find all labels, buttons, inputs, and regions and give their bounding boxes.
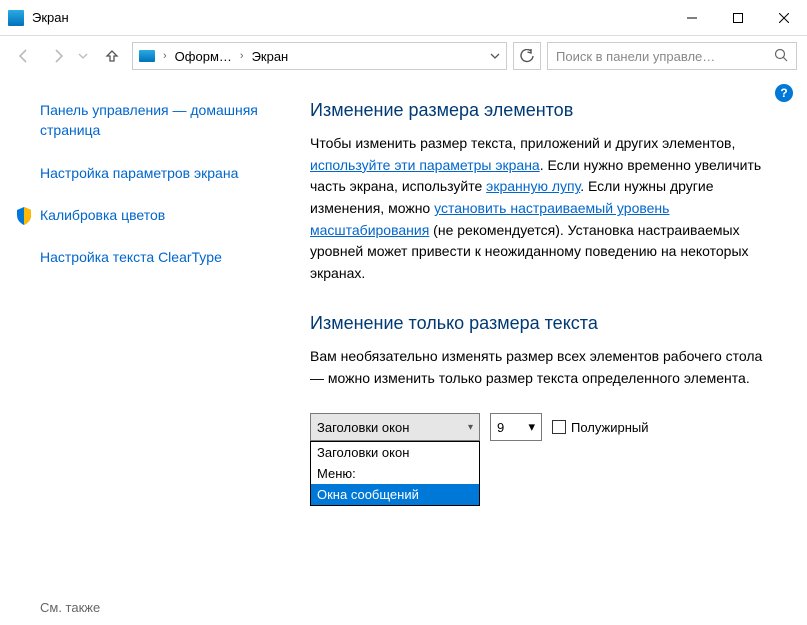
back-button[interactable] bbox=[10, 42, 38, 70]
breadcrumb-item[interactable]: Оформ… bbox=[175, 49, 232, 64]
address-bar[interactable]: › Оформ… › Экран bbox=[132, 42, 507, 70]
window-title: Экран bbox=[32, 10, 69, 25]
dropdown-option[interactable]: Окна сообщений bbox=[311, 484, 479, 505]
description-text-size-only: Вам необязательно изменять размер всех э… bbox=[310, 346, 770, 389]
bold-checkbox[interactable] bbox=[552, 420, 566, 434]
shield-icon bbox=[16, 207, 32, 225]
main-content: Изменение размера элементов Чтобы измени… bbox=[310, 76, 807, 625]
navigation-bar: › Оформ… › Экран bbox=[0, 36, 807, 76]
dropdown-option[interactable]: Заголовки окон bbox=[311, 442, 479, 463]
heading-resize-elements: Изменение размера элементов bbox=[310, 100, 787, 121]
element-type-dropdown[interactable]: Заголовки окон ▾ bbox=[310, 413, 480, 441]
maximize-button[interactable] bbox=[715, 0, 761, 36]
breadcrumb-item[interactable]: Экран bbox=[252, 49, 289, 64]
up-button[interactable] bbox=[98, 48, 126, 64]
chevron-down-icon: ▾ bbox=[468, 422, 473, 433]
history-dropdown[interactable] bbox=[78, 49, 92, 64]
chevron-down-icon[interactable] bbox=[490, 49, 500, 64]
link-magnifier[interactable]: экранную лупу bbox=[486, 178, 580, 194]
text-size-controls: Заголовки окон ▾ Заголовки окон Меню: Ок… bbox=[310, 413, 787, 441]
search-box[interactable] bbox=[547, 42, 797, 70]
dropdown-option[interactable]: Меню: bbox=[311, 463, 479, 484]
display-icon bbox=[139, 50, 155, 62]
search-input[interactable] bbox=[556, 49, 774, 64]
bold-label: Полужирный bbox=[571, 420, 649, 435]
sidebar: Панель управления — домашняя страница На… bbox=[0, 76, 310, 625]
help-icon[interactable]: ? bbox=[775, 84, 793, 102]
search-icon bbox=[774, 48, 788, 65]
sidebar-display-settings-link[interactable]: Настройка параметров экрана bbox=[40, 163, 292, 183]
display-app-icon bbox=[8, 10, 24, 26]
minimize-button[interactable] bbox=[669, 0, 715, 36]
description-resize-elements: Чтобы изменить размер текста, приложений… bbox=[310, 133, 770, 285]
font-size-dropdown[interactable]: 9 ▾ bbox=[490, 413, 542, 441]
title-bar: Экран bbox=[0, 0, 807, 36]
sidebar-color-calibration-link[interactable]: Калибровка цветов bbox=[40, 205, 292, 225]
bold-checkbox-wrap[interactable]: Полужирный bbox=[552, 420, 649, 435]
heading-text-size-only: Изменение только размера текста bbox=[310, 313, 787, 334]
chevron-right-icon: › bbox=[163, 50, 167, 62]
chevron-right-icon: › bbox=[240, 50, 244, 62]
sidebar-home-link[interactable]: Панель управления — домашняя страница bbox=[40, 100, 292, 141]
chevron-down-icon: ▾ bbox=[528, 419, 535, 435]
element-type-dropdown-list: Заголовки окон Меню: Окна сообщений bbox=[310, 441, 480, 506]
refresh-button[interactable] bbox=[513, 42, 541, 70]
close-button[interactable] bbox=[761, 0, 807, 36]
forward-button[interactable] bbox=[44, 42, 72, 70]
link-display-settings[interactable]: используйте эти параметры экрана bbox=[310, 157, 540, 173]
see-also-label: См. также bbox=[40, 600, 100, 615]
sidebar-cleartype-link[interactable]: Настройка текста ClearType bbox=[40, 247, 292, 267]
